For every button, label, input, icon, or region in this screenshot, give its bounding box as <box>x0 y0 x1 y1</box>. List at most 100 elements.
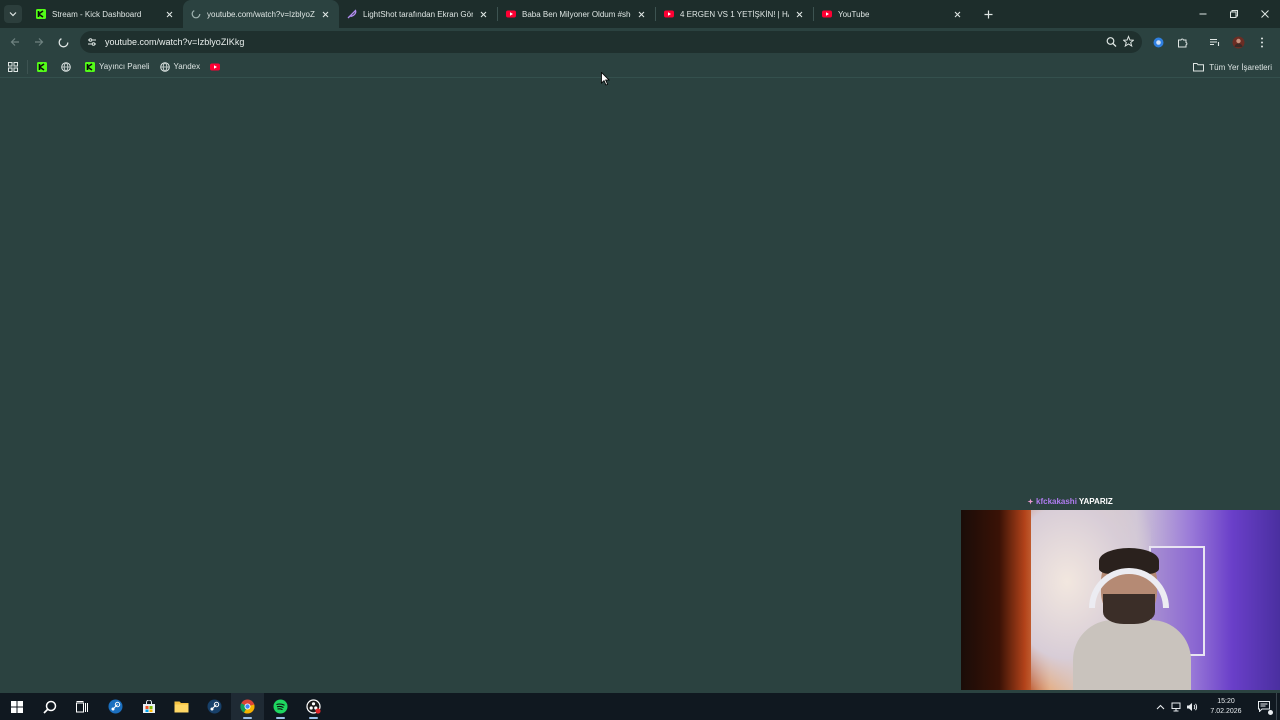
search-icon <box>42 700 56 714</box>
bookmark-yandex[interactable]: Yandex <box>155 57 206 77</box>
site-info-button[interactable] <box>82 32 102 52</box>
browser-toolbar: youtube.com/watch?v=IzblyoZIKkg <box>0 28 1280 56</box>
feather-icon <box>347 9 357 19</box>
tab-4-ergen[interactable]: 4 ERGEN VS 1 YETİŞKİN! | HANGİSİ <box>656 0 813 28</box>
taskbar-file-explorer[interactable] <box>165 693 198 720</box>
extension-badge-icon <box>1153 37 1163 47</box>
tab-baba-ben-milyoner[interactable]: Baba Ben Milyoner Oldum #shorts <box>498 0 655 28</box>
youtube-icon <box>210 62 221 72</box>
taskbar-steam[interactable] <box>99 693 132 720</box>
show-desktop-button[interactable] <box>1276 693 1280 720</box>
stream-chat-message: kfckakashi YAPARIZ <box>1027 497 1113 506</box>
close-icon[interactable] <box>793 8 805 20</box>
extensions-button[interactable] <box>1170 30 1194 54</box>
restore-button[interactable] <box>1218 0 1249 28</box>
tune-icon <box>88 38 96 46</box>
taskbar-spotify[interactable] <box>264 693 297 720</box>
tab-search-button[interactable] <box>0 0 26 28</box>
bookmark-star-icon[interactable] <box>1122 34 1135 55</box>
close-window-button[interactable] <box>1249 0 1280 28</box>
address-text: youtube.com/watch?v=IzblyoZIKkg <box>105 37 245 47</box>
tab-youtube[interactable]: YouTube <box>814 0 971 28</box>
arrow-left-icon <box>10 38 19 46</box>
start-button[interactable] <box>0 693 33 720</box>
sparkle-icon <box>1027 498 1034 505</box>
notification-badge <box>1268 710 1273 715</box>
tab-label: Stream - Kick Dashboard <box>52 9 142 19</box>
puzzle-icon <box>1177 38 1187 47</box>
chevron-down-icon <box>9 12 17 17</box>
windows-logo-icon <box>10 700 23 713</box>
youtube-icon <box>822 10 832 18</box>
profile-button[interactable] <box>1226 30 1250 54</box>
menu-button[interactable] <box>1250 30 1274 54</box>
address-bar[interactable]: youtube.com/watch?v=IzblyoZIKkg <box>80 31 1142 53</box>
youtube-icon <box>664 10 674 18</box>
tab-kick-dashboard[interactable]: Stream - Kick Dashboard <box>28 0 183 28</box>
tab-youtube-watch[interactable]: youtube.com/watch?v=IzblyoZIKkg <box>183 0 339 28</box>
media-controls-button[interactable] <box>1202 30 1226 54</box>
task-view-icon <box>76 700 88 712</box>
folder-icon <box>174 701 189 713</box>
apps-button[interactable] <box>3 57 23 77</box>
search-button[interactable] <box>33 693 66 720</box>
network-button[interactable] <box>1168 693 1184 720</box>
kick-icon <box>36 9 46 19</box>
kick-icon <box>37 61 47 72</box>
taskbar-steam-2[interactable] <box>198 693 231 720</box>
window-controls <box>1187 0 1280 28</box>
taskbar-store[interactable] <box>132 693 165 720</box>
tab-lightshot[interactable]: LightShot tarafından Ekran Görüntüsü <box>339 0 497 28</box>
spotify-icon <box>273 699 288 714</box>
taskbar-obs[interactable] <box>297 693 330 720</box>
forward-button[interactable] <box>27 30 51 54</box>
webcam-person <box>1073 548 1191 690</box>
loading-spinner-icon <box>58 37 68 47</box>
tab-strip: Stream - Kick Dashboard youtube.com/watc… <box>0 0 1280 28</box>
zoom-icon[interactable] <box>1106 34 1117 55</box>
close-icon[interactable] <box>951 8 963 20</box>
close-icon[interactable] <box>477 8 489 20</box>
all-bookmarks-button[interactable]: Tüm Yer İşaretleri <box>1193 57 1272 77</box>
bookmark-youtube[interactable] <box>205 57 229 77</box>
new-tab-button[interactable] <box>977 3 999 25</box>
all-bookmarks-label: Tüm Yer İşaretleri <box>1209 62 1272 72</box>
plus-icon <box>984 10 992 18</box>
clock[interactable]: 15:20 7.02.2026 <box>1200 697 1252 717</box>
arrow-right-icon <box>35 38 44 46</box>
close-icon[interactable] <box>635 8 647 20</box>
volume-button[interactable] <box>1184 693 1200 720</box>
task-view-button[interactable] <box>66 693 99 720</box>
chrome-icon <box>240 699 255 714</box>
avatar-icon <box>1232 36 1244 48</box>
bookmark-kick[interactable] <box>32 57 56 77</box>
youtube-icon <box>506 10 516 18</box>
bookmarks-bar: Yayıncı Paneli Yandex Tüm Yer İşaretleri <box>0 56 1280 78</box>
globe-icon <box>61 61 71 72</box>
extension-button[interactable] <box>1146 30 1170 54</box>
notification-center-button[interactable] <box>1252 693 1276 720</box>
taskbar-chrome[interactable] <box>231 693 264 720</box>
bookmark-divider <box>27 59 28 74</box>
bookmark-label: Yandex <box>173 62 201 71</box>
back-button[interactable] <box>3 30 27 54</box>
apps-grid-icon <box>8 61 18 72</box>
close-icon[interactable] <box>319 8 331 20</box>
kick-icon <box>85 61 95 72</box>
steam-icon <box>108 699 123 714</box>
tab-label: Baba Ben Milyoner Oldum #shorts <box>522 9 631 19</box>
more-vertical-icon <box>1261 37 1263 47</box>
loading-icon <box>191 9 201 19</box>
clock-date: 7.02.2026 <box>1210 707 1242 715</box>
close-icon[interactable] <box>163 8 175 20</box>
bookmark-globe[interactable] <box>56 57 80 77</box>
folder-icon <box>1193 63 1205 72</box>
steam-icon <box>207 699 222 714</box>
show-hidden-icons-button[interactable] <box>1152 693 1168 720</box>
stop-loading-button[interactable] <box>51 30 75 54</box>
minimize-button[interactable] <box>1187 0 1218 28</box>
restore-icon <box>1229 10 1238 18</box>
bookmark-yayinci-paneli[interactable]: Yayıncı Paneli <box>80 57 155 77</box>
network-icon <box>1171 702 1180 711</box>
